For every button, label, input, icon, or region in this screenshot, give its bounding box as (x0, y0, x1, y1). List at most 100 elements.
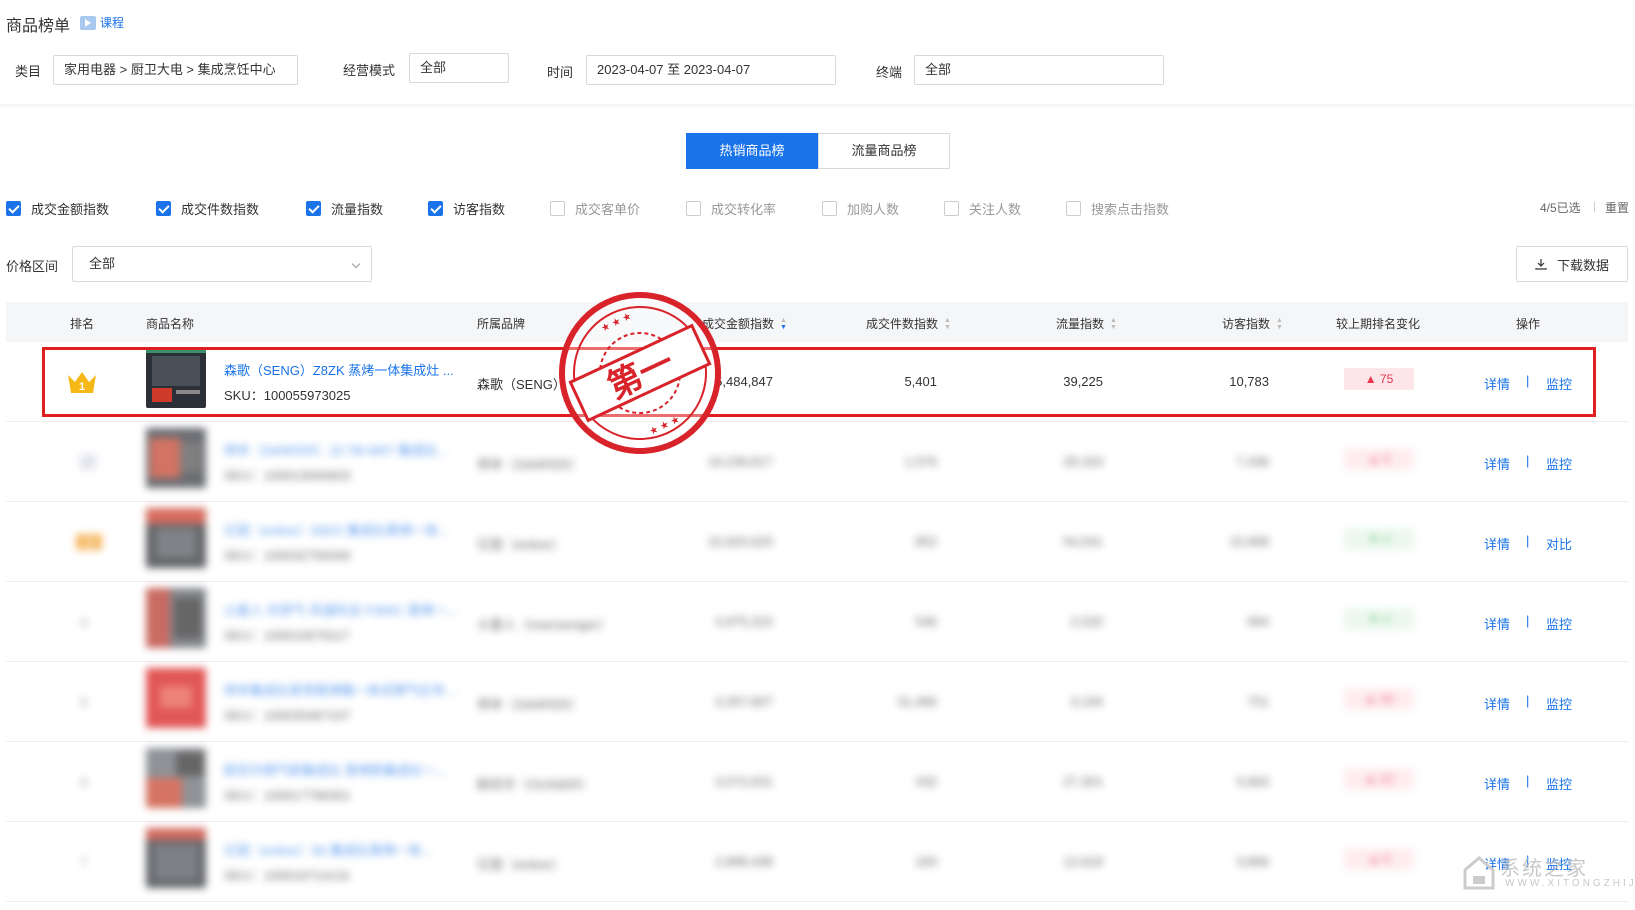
detail-link[interactable]: 详情 (1484, 694, 1510, 713)
sort-icon[interactable]: ▲ ▼ (1110, 317, 1117, 331)
count-cell: 5,401 (904, 374, 937, 389)
col-traffic: 流量指数 (1056, 317, 1105, 331)
table-row: 7 亿田（entive）S6 集成灶蒸烤一体... SKU：1000167141… (6, 822, 1628, 902)
product-sku: SKU：100013094603 (224, 468, 351, 483)
monitor-link[interactable]: 监控 (1546, 774, 1572, 793)
compare-link[interactable]: 对比 (1546, 534, 1572, 553)
checkbox-empty-icon[interactable] (550, 201, 565, 216)
col-actions: 操作 (1516, 317, 1541, 331)
detail-link[interactable]: 详情 (1484, 454, 1510, 473)
tab-traffic[interactable]: 流量商品榜 (818, 133, 950, 169)
visitors-cell: 7,436 (1236, 454, 1269, 469)
price-range-value: 全部 (89, 256, 116, 271)
monitor-link[interactable]: 监控 (1546, 694, 1572, 713)
tab-hot-sales[interactable]: 热销商品榜 (686, 133, 818, 169)
category-label: 类目 (15, 64, 42, 79)
checkbox-checked-icon[interactable] (428, 201, 443, 216)
monitor-link[interactable]: 监控 (1546, 374, 1572, 393)
metric-checkbox-traffic[interactable]: 流量指数 (306, 199, 383, 218)
traffic-cell: 39,225 (1063, 374, 1103, 389)
product-name-link[interactable]: 亿田（entive）D62X 集成灶蒸烤一体... (224, 520, 459, 539)
sort-icon[interactable]: ▲ ▼ (780, 317, 787, 331)
amount-cell: 5,484,847 (715, 374, 773, 389)
traffic-cell: 3,194 (1070, 694, 1103, 709)
product-thumbnail[interactable] (146, 428, 206, 488)
mode-label: 经营模式 (343, 63, 396, 78)
product-name-link[interactable]: 帅丰（SANFER）J2-TB-W07 集成灶... (224, 440, 459, 459)
brand-cell: 欧尼尔（OUNIER） (477, 777, 593, 792)
divider: | (1526, 453, 1530, 468)
detail-link[interactable]: 详情 (1484, 534, 1510, 553)
metric-checkbox-conversion[interactable]: 成交转化率 (686, 199, 776, 218)
checkbox-checked-icon[interactable] (6, 201, 21, 216)
visitors-cell: 994 (1247, 614, 1269, 629)
detail-link[interactable]: 详情 (1484, 374, 1510, 393)
monitor-link[interactable]: 监控 (1546, 614, 1572, 633)
product-name-link[interactable]: 欧尼尔燃气款集成灶 蒸烤款集成灶一... (224, 760, 459, 779)
product-thumbnail[interactable] (146, 748, 206, 808)
metric-checkbox-search[interactable]: 搜索点击指数 (1066, 199, 1169, 218)
rank-change-badge: ▲ 22 (1344, 768, 1414, 790)
product-thumbnail[interactable] (146, 588, 206, 648)
product-thumbnail[interactable] (146, 668, 206, 728)
price-range-select[interactable]: 全部 (72, 246, 372, 282)
checkbox-empty-icon[interactable] (944, 201, 959, 216)
product-name-link[interactable]: 帅丰集成灶家用蒸烤箱一体式燃气灶专用... (224, 680, 459, 699)
product-name-link[interactable]: 亿田（entive）S6 集成灶蒸烤一体... (224, 840, 459, 859)
visitors-cell: 10,783 (1229, 374, 1269, 389)
product-sku: SKU：100055973025 (224, 388, 351, 403)
checkbox-empty-icon[interactable] (686, 201, 701, 216)
reset-link[interactable]: 重置 (1605, 199, 1629, 216)
metric-checkbox-follow[interactable]: 关注人数 (944, 199, 1021, 218)
col-change: 较上期排名变化 (1336, 317, 1421, 331)
detail-link[interactable]: 详情 (1484, 774, 1510, 793)
metric-label: 成交金额指数 (31, 202, 110, 217)
amount-cell: 16,236,817 (707, 454, 773, 469)
product-sku: SKU：100016714131 (224, 868, 351, 883)
table-row: 6 欧尼尔燃气款集成灶 蒸烤款集成灶一... SKU：100017796301 … (6, 742, 1628, 822)
metric-label: 关注人数 (969, 202, 1022, 217)
rank-number: 1 (79, 381, 85, 393)
download-label: 下载数据 (1556, 257, 1609, 273)
checkbox-empty-icon[interactable] (1066, 201, 1081, 216)
product-thumbnail[interactable] (146, 828, 206, 888)
monitor-link[interactable]: 监控 (1546, 454, 1572, 473)
divider: | (1526, 613, 1530, 628)
col-traffic-sort[interactable]: 流量指数 ▲ ▼ (1056, 315, 1117, 332)
product-name-link[interactable]: 火星人 天然气 风道科全 F300C 蒸烤一... (224, 600, 459, 619)
course-link[interactable]: 课程 (80, 14, 124, 31)
product-name-link[interactable]: 森歌（SENG）Z8ZK 蒸烤一体集成灶 ... (224, 360, 459, 379)
col-amount-sort[interactable]: 成交金额指数 ▲ ▼ (702, 315, 787, 332)
checkbox-checked-icon[interactable] (306, 201, 321, 216)
mode-select[interactable]: 全部 (409, 53, 509, 83)
metric-checkbox-amount[interactable]: 成交金额指数 (6, 199, 109, 218)
visitors-cell: 5,663 (1236, 774, 1269, 789)
metric-checkbox-count[interactable]: 成交件数指数 (156, 199, 259, 218)
terminal-select[interactable]: 全部 (914, 55, 1164, 85)
filter-bar: 商品榜单 课程 类目 家用电器 > 厨卫大电 > 集成烹饪中心 经营模式 全部 … (0, 0, 1635, 104)
metric-label: 搜索点击指数 (1091, 202, 1170, 217)
course-link-label: 课程 (100, 16, 125, 30)
col-rank: 排名 (70, 317, 95, 331)
date-range-picker[interactable]: 2023-04-07 至 2023-04-07 (586, 55, 836, 85)
sort-icon[interactable]: ▲ ▼ (944, 317, 951, 331)
chevron-down-icon (351, 259, 361, 269)
col-count-sort[interactable]: 成交件数指数 ▲ ▼ (866, 315, 951, 332)
sort-icon[interactable]: ▲ ▼ (1276, 317, 1283, 331)
product-thumbnail[interactable] (146, 508, 206, 568)
metric-checkbox-cart[interactable]: 加购人数 (822, 199, 899, 218)
checkbox-empty-icon[interactable] (822, 201, 837, 216)
category-select[interactable]: 家用电器 > 厨卫大电 > 集成烹饪中心 (53, 55, 298, 85)
download-button[interactable]: 下载数据 (1516, 246, 1628, 282)
metric-checkbox-visitors[interactable]: 访客指数 (428, 199, 505, 218)
detail-link[interactable]: 详情 (1484, 614, 1510, 633)
product-thumbnail[interactable] (146, 348, 206, 408)
col-brand: 所属品牌 (477, 317, 526, 331)
amount-cell: 3,357,807 (715, 694, 773, 709)
col-visitors-sort[interactable]: 访客指数 ▲ ▼ (1222, 315, 1283, 332)
checkbox-checked-icon[interactable] (156, 201, 171, 216)
count-cell: 183 (915, 854, 937, 869)
amount-cell: 2,898,438 (715, 854, 773, 869)
rank-number: 7 (80, 854, 88, 870)
metric-checkbox-unit-price[interactable]: 成交客单价 (550, 199, 640, 218)
